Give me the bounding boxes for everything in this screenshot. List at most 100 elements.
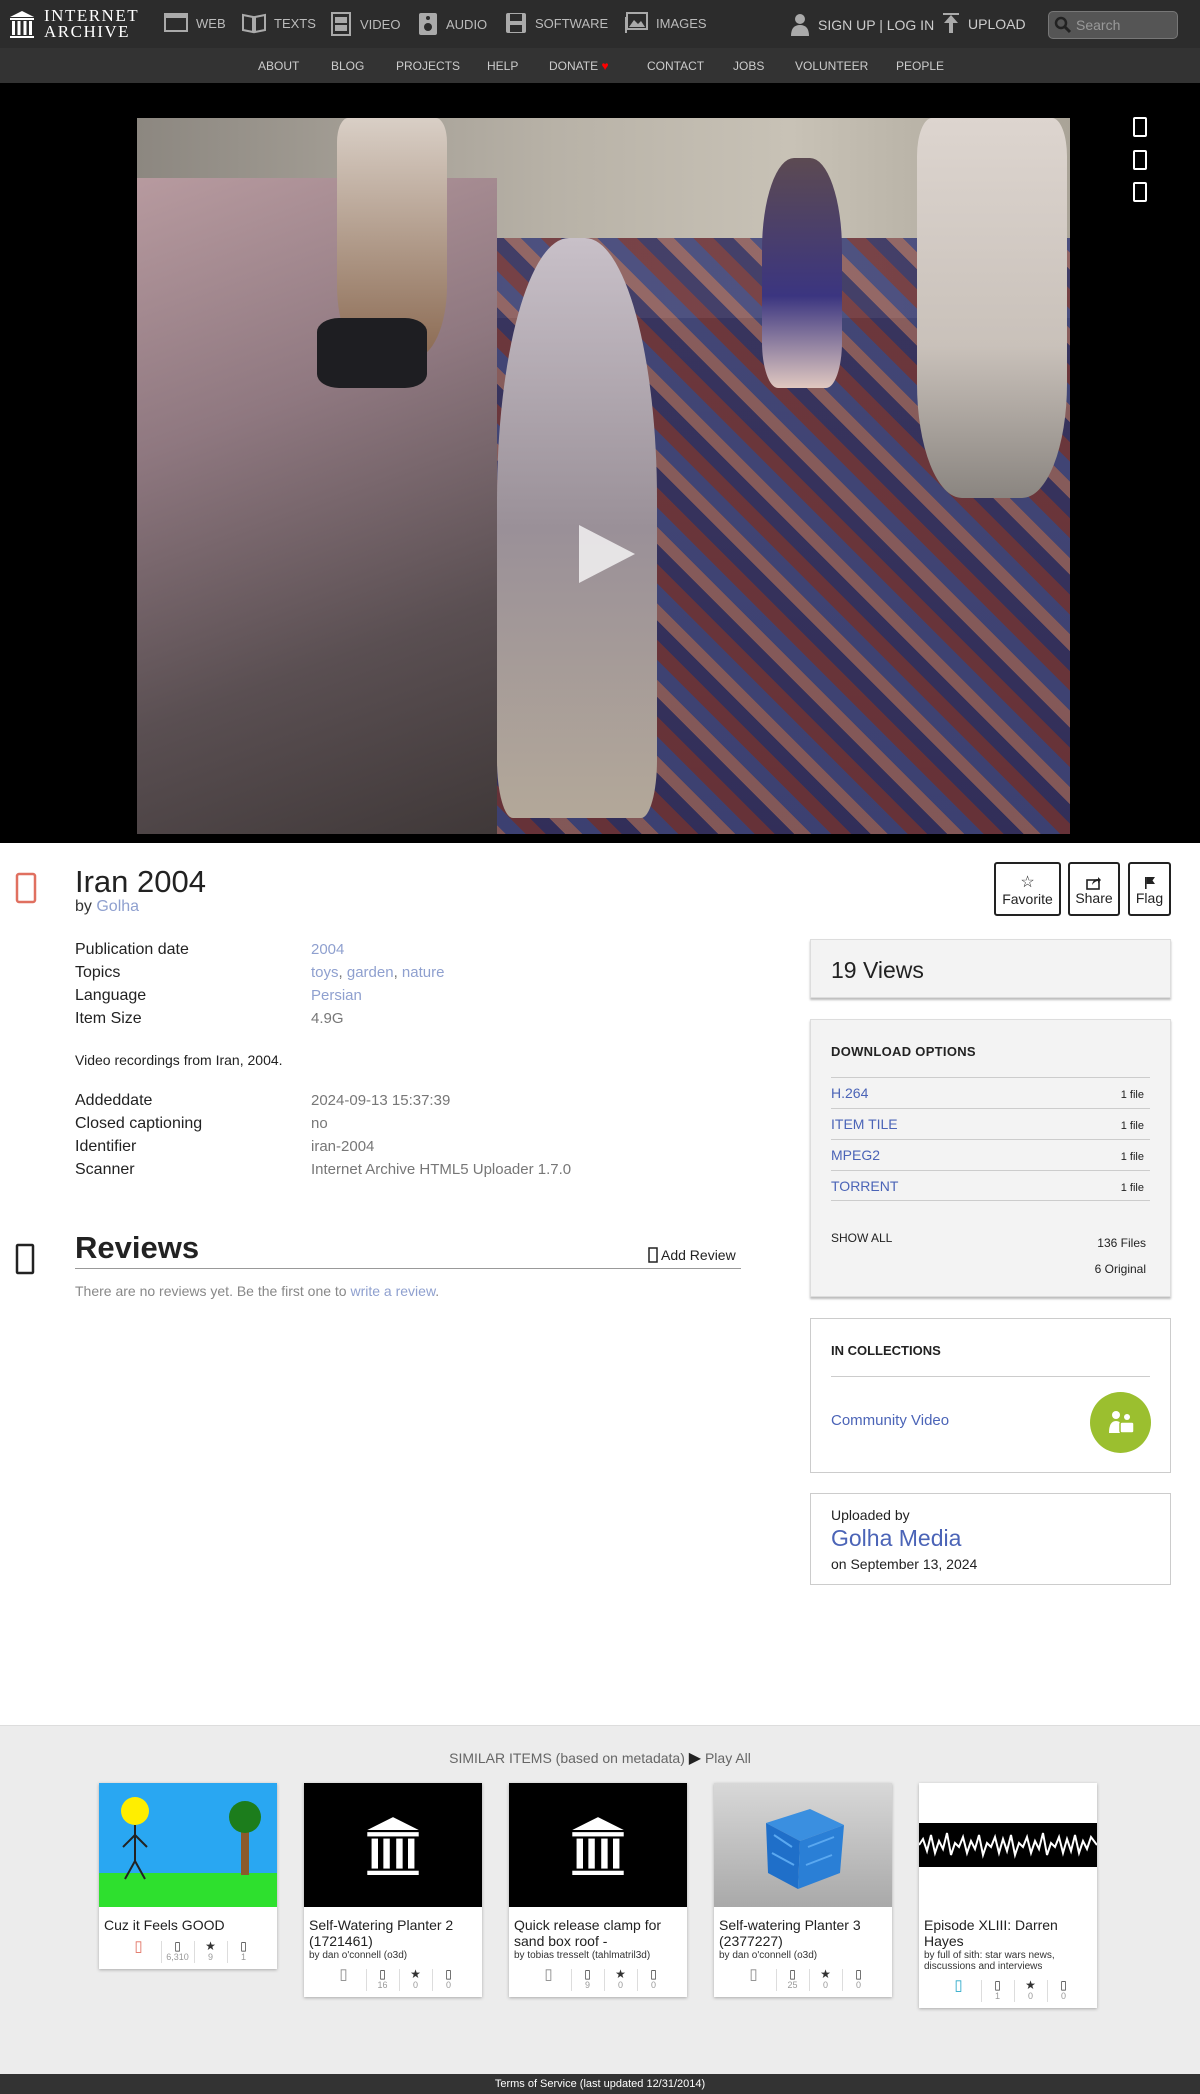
similar-item-stats: ▯ ▯ 1 ★ 0 ▯ 0 <box>919 1978 1097 2002</box>
download-mpeg2-link[interactable]: MPEG2 <box>831 1147 880 1163</box>
nav-video[interactable]: VIDEO <box>330 12 400 36</box>
similar-item-title[interactable]: Episode XLIII: Darren Hayes <box>919 1907 1097 1949</box>
terms-of-service-footer[interactable]: Terms of Service (last updated 12/31/201… <box>0 2074 1200 2094</box>
meta-value-publication-date: 2004 <box>311 941 344 958</box>
download-torrent-link[interactable]: TORRENT <box>831 1178 898 1194</box>
favorite-count: 9 <box>207 1952 213 1962</box>
views-stat: ▯ 9 <box>570 1968 604 1991</box>
subnav-volunteer[interactable]: VOLUNTEER <box>795 59 868 73</box>
similar-item-title[interactable]: Self-watering Planter 3 (2377227) <box>714 1907 892 1949</box>
item-title: Iran 2004 <box>75 864 206 899</box>
meta-label-language: Language <box>75 987 147 1004</box>
subnav-jobs[interactable]: JOBS <box>733 59 764 73</box>
similar-item-title[interactable]: Self-Watering Planter 2 (1721461) <box>304 1907 482 1949</box>
publication-date-link[interactable]: 2004 <box>311 941 344 958</box>
review-count: 0 <box>855 1980 861 1990</box>
similar-item-thumbnail[interactable] <box>509 1783 687 1907</box>
similar-items-section: SIMILAR ITEMS (based on metadata) ▶ Play… <box>0 1725 1200 2074</box>
similar-item-thumbnail[interactable] <box>99 1783 277 1907</box>
download-h264-link[interactable]: H.264 <box>831 1085 868 1101</box>
player-side-icon-3[interactable] <box>1133 182 1147 202</box>
add-review-label: Add Review <box>661 1247 736 1263</box>
nav-texts[interactable]: TEXTS <box>242 12 316 34</box>
play-all-button[interactable]: ▶ Play All <box>689 1750 751 1767</box>
favorite-button[interactable]: ☆ Favorite <box>994 862 1061 916</box>
comment-icon: ▯ <box>855 1967 862 1981</box>
mediatype-stat: ▯ <box>732 1967 776 1991</box>
collections-title: IN COLLECTIONS <box>831 1343 941 1358</box>
write-review-link[interactable]: write a review <box>350 1283 435 1299</box>
language-link[interactable]: Persian <box>311 987 362 1004</box>
author-link[interactable]: Golha <box>96 898 139 915</box>
add-review-button[interactable]: Add Review <box>648 1247 736 1263</box>
similar-item-thumbnail[interactable] <box>714 1783 892 1907</box>
subnav-help[interactable]: HELP <box>487 59 518 73</box>
meta-label-closed-captioning: Closed captioning <box>75 1115 203 1132</box>
uploaded-by-label: Uploaded by <box>831 1507 910 1523</box>
subnav-projects[interactable]: PROJECTS <box>396 59 460 73</box>
similar-item-card[interactable]: Episode XLIII: Darren Hayes by full of s… <box>919 1783 1097 2008</box>
search-input[interactable] <box>1076 17 1174 33</box>
archive-building-icon <box>10 11 34 38</box>
meta-label-identifier: Identifier <box>75 1138 137 1155</box>
favorite-count: 0 <box>822 1980 828 1990</box>
player-side-icon-1[interactable] <box>1133 117 1147 137</box>
similar-item-card[interactable]: Self-watering Planter 3 (2377227) by dan… <box>714 1783 892 1997</box>
nav-video-label: VIDEO <box>360 16 401 32</box>
upload-icon <box>943 13 959 33</box>
show-all-link[interactable]: SHOW ALL <box>831 1231 892 1245</box>
subnav-about[interactable]: ABOUT <box>258 59 299 73</box>
similar-item-title[interactable]: Cuz it Feels GOOD <box>99 1907 277 1933</box>
video-frame[interactable] <box>137 118 1070 834</box>
subnav-contact[interactable]: CONTACT <box>647 59 704 73</box>
download-item-tile-link[interactable]: ITEM TILE <box>831 1116 898 1132</box>
download-file-count: 1 file <box>1120 1182 1144 1194</box>
nav-software[interactable]: SOFTWARE <box>505 12 608 34</box>
movies-mediatype-icon: ▯ <box>134 1938 143 1955</box>
topic-link[interactable]: toys <box>311 964 339 981</box>
player-side-icon-2[interactable] <box>1133 150 1147 170</box>
star-icon: ★ <box>1025 1978 1036 1992</box>
search-box[interactable] <box>1048 11 1178 39</box>
similar-item-creator: by dan o'connell (o3d) <box>309 1950 408 1961</box>
topic-link[interactable]: nature <box>402 964 445 981</box>
nav-audio[interactable]: AUDIO <box>418 12 487 36</box>
favorites-stat: ★ 0 <box>808 1968 842 1991</box>
similar-item-card[interactable]: Self-Watering Planter 2 (1721461) by dan… <box>304 1783 482 1997</box>
similar-item-thumbnail[interactable] <box>919 1783 1097 1907</box>
nav-web[interactable]: WEB <box>164 12 226 34</box>
similar-item-thumbnail[interactable] <box>304 1783 482 1907</box>
sign-up-login[interactable]: SIGN UP | LOG IN <box>790 13 934 37</box>
download-options-panel: DOWNLOAD OPTIONS H.264 1 file ITEM TILE … <box>810 1019 1171 1297</box>
play-icon[interactable] <box>577 523 637 585</box>
similar-item-card[interactable]: Quick release clamp for sand box roof - … <box>509 1783 687 1997</box>
nav-images[interactable]: IMAGES <box>624 12 707 34</box>
reviews-divider <box>75 1268 741 1269</box>
subnav-blog[interactable]: BLOG <box>331 59 364 73</box>
meta-label-addeddate: Addeddate <box>75 1092 153 1109</box>
views-panel: 19 Views <box>810 939 1171 998</box>
video-player[interactable] <box>0 83 1200 843</box>
topic-link[interactable]: garden <box>347 964 394 981</box>
reviews-stat: ▯ 0 <box>636 1968 670 1991</box>
subnav-people[interactable]: PEOPLE <box>896 59 944 73</box>
similar-item-card[interactable]: Cuz it Feels GOOD ▯ ▯ 6,310 ★ 9 ▯ 1 <box>99 1783 277 1969</box>
star-icon: ★ <box>615 1967 626 1981</box>
original-files: 6 Original <box>1094 1262 1146 1276</box>
no-reviews-message: There are no reviews yet. Be the first o… <box>75 1283 439 1299</box>
upload-link[interactable]: UPLOAD <box>942 13 1026 35</box>
data-mediatype-icon: ▯ <box>544 1966 553 1983</box>
community-video-icon[interactable] <box>1090 1392 1151 1453</box>
archive-building-icon <box>367 1817 419 1875</box>
film-icon <box>331 12 351 36</box>
internet-archive-logo[interactable]: INTERNET ARCHIVE <box>8 7 139 41</box>
review-count: 1 <box>240 1952 246 1962</box>
collection-community-video-link[interactable]: Community Video <box>831 1412 949 1429</box>
similar-item-title[interactable]: Quick release clamp for sand box roof - <box>509 1907 687 1949</box>
subnav-donate[interactable]: DONATE ♥ <box>549 59 609 73</box>
uploader-name-link[interactable]: Golha Media <box>831 1525 961 1552</box>
share-button[interactable]: Share <box>1068 862 1120 916</box>
views-stat: ▯ 16 <box>365 1968 399 1991</box>
flag-button[interactable]: Flag <box>1128 862 1171 916</box>
favorite-count: 0 <box>617 1980 623 1990</box>
